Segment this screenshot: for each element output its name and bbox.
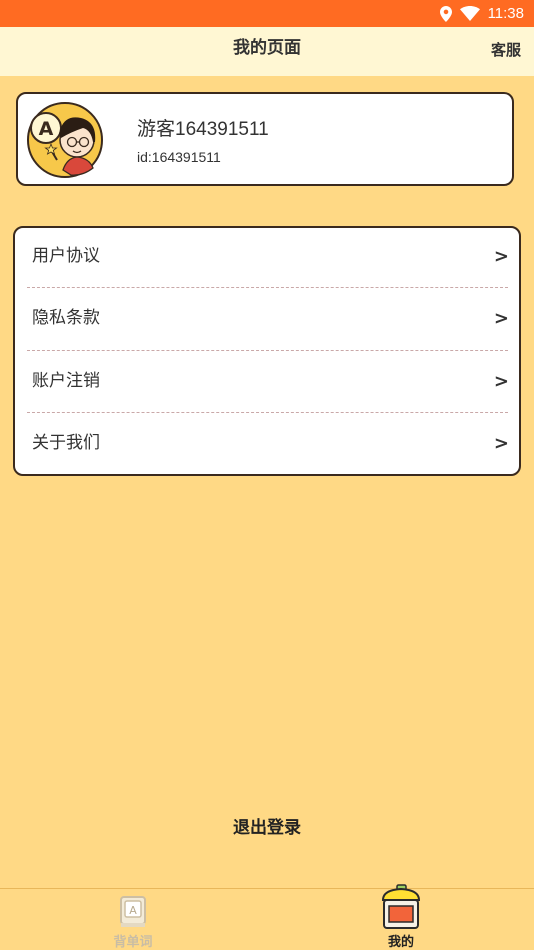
tab-label: 我的	[387, 935, 414, 950]
user-id: id:164391511	[137, 149, 221, 165]
menu-item-account-deletion[interactable]: 账户注销 >	[15, 353, 519, 415]
divider	[27, 287, 508, 288]
tab-bar: A 背单词 我的	[0, 884, 534, 950]
tab-label: 背单词	[113, 935, 153, 950]
menu-item-label: 账户注销	[32, 371, 100, 391]
status-time: 11:38	[487, 5, 524, 22]
status-bar: 11:38	[0, 0, 534, 27]
menu-item-privacy-policy[interactable]: 隐私条款 >	[15, 290, 519, 352]
customer-service-button[interactable]: 客服	[491, 27, 521, 73]
menu-item-about-us[interactable]: 关于我们 >	[15, 415, 519, 477]
tab-profile[interactable]: 我的	[351, 884, 451, 950]
avatar[interactable]: A	[27, 102, 103, 178]
divider	[27, 412, 508, 413]
menu-item-label: 关于我们	[32, 433, 100, 453]
settings-menu: 用户协议 > 隐私条款 > 账户注销 > 关于我们 >	[13, 226, 521, 476]
chevron-right-icon: >	[493, 433, 509, 454]
word-book-icon: A	[120, 896, 146, 927]
chevron-right-icon: >	[493, 308, 509, 329]
status-icons: 11:38	[439, 0, 524, 27]
chevron-right-icon: >	[493, 246, 509, 267]
menu-item-label: 用户协议	[32, 246, 100, 266]
tab-vocabulary[interactable]: A 背单词	[83, 889, 183, 950]
logout-button[interactable]: 退出登录	[167, 808, 367, 848]
header: 我的页面 客服	[0, 27, 534, 76]
chevron-right-icon: >	[493, 371, 509, 392]
avatar-letter: A	[39, 118, 54, 140]
username: 游客164391511	[137, 119, 269, 140]
divider	[27, 350, 508, 351]
svg-text:A: A	[129, 904, 137, 917]
location-icon	[439, 5, 452, 22]
menu-item-user-agreement[interactable]: 用户协议 >	[15, 228, 519, 290]
profile-box-icon	[381, 884, 421, 929]
wifi-icon	[459, 6, 480, 21]
menu-item-label: 隐私条款	[32, 308, 100, 328]
page-title: 我的页面	[233, 38, 301, 58]
profile-card[interactable]: A 游客164391511 id:164391511	[16, 92, 514, 186]
